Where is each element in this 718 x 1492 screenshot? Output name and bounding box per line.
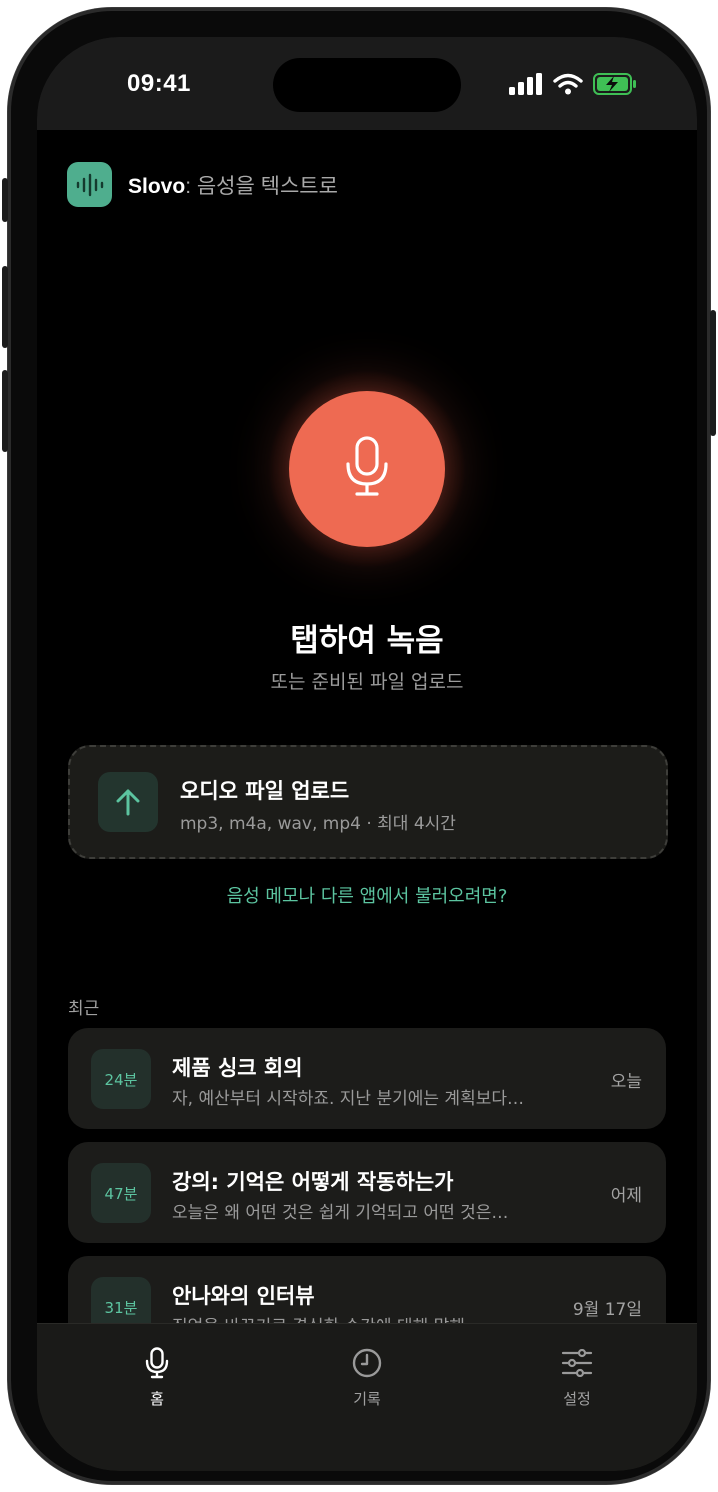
- recent-item-date: 9월 17일: [572, 1300, 642, 1320]
- battery-charging-icon: [593, 73, 637, 99]
- recent-item-title: 강의: 기억은 어떻게 작동하는가: [172, 1170, 454, 1194]
- cellular-signal-icon: [509, 73, 543, 99]
- volume-down-button: [2, 370, 8, 452]
- tab-bar: 홈 기록 설정: [37, 1323, 697, 1471]
- status-time: 09:41: [127, 70, 191, 97]
- volume-up-button: [2, 266, 8, 348]
- recent-item-preview: 자, 예산부터 시작하죠. 지난 분기에는 계획보다…: [172, 1089, 524, 1109]
- dynamic-island: [273, 58, 461, 112]
- recent-section-label: 최근: [68, 999, 100, 1019]
- tab-history[interactable]: 기록: [307, 1346, 427, 1409]
- status-bar: 09:41: [37, 37, 697, 130]
- app-header: Slovo: 음성을 텍스트로: [67, 162, 338, 207]
- import-help-link[interactable]: 음성 메모나 다른 앱에서 불러오려면?: [37, 882, 697, 908]
- wifi-icon: [553, 73, 583, 99]
- power-button: [710, 310, 716, 436]
- microphone-icon: [97, 1346, 217, 1380]
- silent-switch: [2, 178, 8, 222]
- phone-frame: 09:41 Slovo: 음성을 텍스트로 탭하여 녹음 또는 준비된 파일 업…: [2, 8, 716, 1484]
- tab-home[interactable]: 홈: [97, 1346, 217, 1409]
- arrow-up-icon: [98, 772, 158, 832]
- waveform-icon: [67, 162, 112, 207]
- recent-item[interactable]: 47분 강의: 기억은 어떻게 작동하는가 오늘은 왜 어떤 것은 쉽게 기억되…: [68, 1142, 666, 1243]
- upload-title: 오디오 파일 업로드: [180, 779, 350, 803]
- tab-home-label: 홈: [150, 1390, 164, 1408]
- tab-settings[interactable]: 설정: [517, 1346, 637, 1409]
- upload-formats: mp3, m4a, wav, mp4 · 최대 4시간: [180, 814, 456, 834]
- recent-item-title: 안나와의 인터뷰: [172, 1284, 315, 1308]
- recent-item-preview: 오늘은 왜 어떤 것은 쉽게 기억되고 어떤 것은…: [172, 1203, 509, 1223]
- duration-badge: 47분: [91, 1163, 151, 1223]
- record-button[interactable]: [289, 391, 445, 547]
- app-title: Slovo: 음성을 텍스트로: [128, 170, 338, 200]
- recent-item-date: 오늘: [610, 1072, 642, 1092]
- microphone-icon: [344, 436, 390, 502]
- record-subtitle: 또는 준비된 파일 업로드: [270, 671, 464, 693]
- recent-item-date: 어제: [610, 1186, 642, 1206]
- recent-item-title: 제품 싱크 회의: [172, 1056, 303, 1080]
- recent-item[interactable]: 24분 제품 싱크 회의 자, 예산부터 시작하죠. 지난 분기에는 계획보다……: [68, 1028, 666, 1129]
- clock-icon: [307, 1346, 427, 1380]
- app-brand-name: Slovo: [128, 174, 186, 198]
- status-icons: [509, 73, 637, 99]
- app-tagline: : 음성을 텍스트로: [185, 174, 338, 198]
- sliders-icon: [517, 1346, 637, 1380]
- duration-badge: 24분: [91, 1049, 151, 1109]
- screen: 09:41 Slovo: 음성을 텍스트로 탭하여 녹음 또는 준비된 파일 업…: [37, 37, 697, 1471]
- record-title: 탭하여 녹음: [290, 623, 444, 659]
- tab-settings-label: 설정: [563, 1390, 591, 1408]
- upload-card[interactable]: 오디오 파일 업로드 mp3, m4a, wav, mp4 · 최대 4시간: [68, 745, 668, 859]
- tab-history-label: 기록: [353, 1390, 381, 1408]
